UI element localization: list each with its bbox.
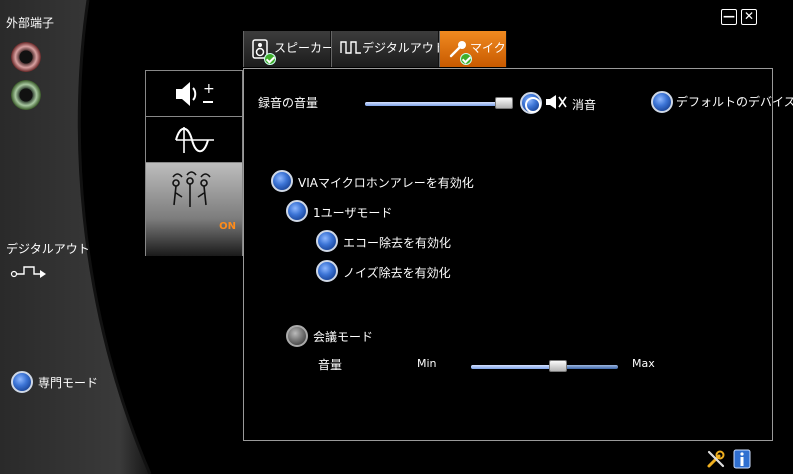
digital-out-signal-icon	[10, 266, 46, 278]
conference-mode-label: 会議モード	[313, 330, 374, 344]
tab-speaker[interactable]: スピーカー	[243, 31, 335, 67]
conference-volume-slider-fill	[471, 365, 558, 369]
minimize-button[interactable]: —	[721, 9, 737, 25]
tab-digital-out[interactable]: デジタルアウト	[331, 31, 446, 67]
svg-text:+: +	[203, 81, 215, 97]
expert-mode-radio[interactable]	[11, 371, 33, 393]
via-microphone-array-label: VIAマイクロホンアレーを有効化	[298, 176, 474, 190]
digital-wave-icon	[340, 41, 361, 54]
mute-radio[interactable]	[520, 92, 542, 114]
one-user-mode-radio[interactable]	[286, 200, 308, 222]
conference-volume-label: 音量	[318, 358, 343, 372]
speaker-status-check-icon	[264, 53, 276, 65]
microphone-settings-panel: 録音の音量 消音 デフォルトのデバイス VIAマイクロホンアレーを有効化 1ユー…	[243, 68, 793, 441]
digital-out-label: デジタルアウト	[6, 242, 90, 256]
equalizer-wave-icon	[175, 127, 214, 153]
microphone-status-check-icon	[460, 53, 472, 65]
equalizer-button[interactable]	[145, 116, 243, 162]
close-button[interactable]: ✕	[741, 9, 757, 25]
green-audio-jack-icon	[11, 80, 41, 110]
record-volume-slider-thumb[interactable]	[494, 97, 513, 109]
tab-digital-out-label: デジタルアウト	[362, 41, 446, 55]
noise-suppression-label: ノイズ除去を有効化	[343, 266, 451, 280]
conference-volume-slider-track[interactable]	[471, 365, 618, 369]
expert-mode-label: 専門モード	[38, 376, 99, 390]
default-device-radio[interactable]	[651, 91, 673, 113]
volume-plus-minus-icon: +	[176, 81, 215, 106]
settings-tools-icon[interactable]	[706, 449, 726, 469]
side-icon-column: + ON	[145, 70, 243, 256]
volume-settings-button[interactable]: +	[145, 70, 243, 116]
record-volume-slider-track[interactable]	[365, 102, 511, 106]
microphone-array-button[interactable]: ON	[145, 162, 243, 256]
record-volume-label: 録音の音量	[258, 96, 319, 110]
echo-cancellation-radio[interactable]	[316, 230, 338, 252]
conference-volume-slider-thumb[interactable]	[548, 360, 567, 372]
pink-audio-jack-icon	[11, 42, 41, 72]
conference-mode-radio[interactable]	[286, 325, 308, 347]
one-user-mode-label: 1ユーザモード	[313, 206, 393, 220]
info-icon[interactable]	[733, 449, 751, 469]
record-volume-slider-fill	[365, 102, 504, 106]
volume-max-label: Max	[632, 357, 655, 370]
echo-cancellation-label: エコー除去を有効化	[343, 236, 452, 250]
via-microphone-array-radio[interactable]	[271, 170, 293, 192]
on-status-label: ON	[219, 221, 236, 232]
external-ports-label: 外部端子	[6, 16, 55, 30]
tab-speaker-label: スピーカー	[274, 41, 335, 55]
tab-microphone[interactable]: マイク	[439, 31, 507, 67]
muted-speaker-icon	[546, 95, 567, 109]
volume-min-label: Min	[417, 357, 437, 370]
default-device-label: デフォルトのデバイス	[676, 95, 793, 109]
tab-microphone-label: マイク	[470, 41, 506, 55]
microphone-array-icon	[172, 171, 211, 207]
noise-suppression-radio[interactable]	[316, 260, 338, 282]
mute-label: 消音	[572, 98, 597, 112]
